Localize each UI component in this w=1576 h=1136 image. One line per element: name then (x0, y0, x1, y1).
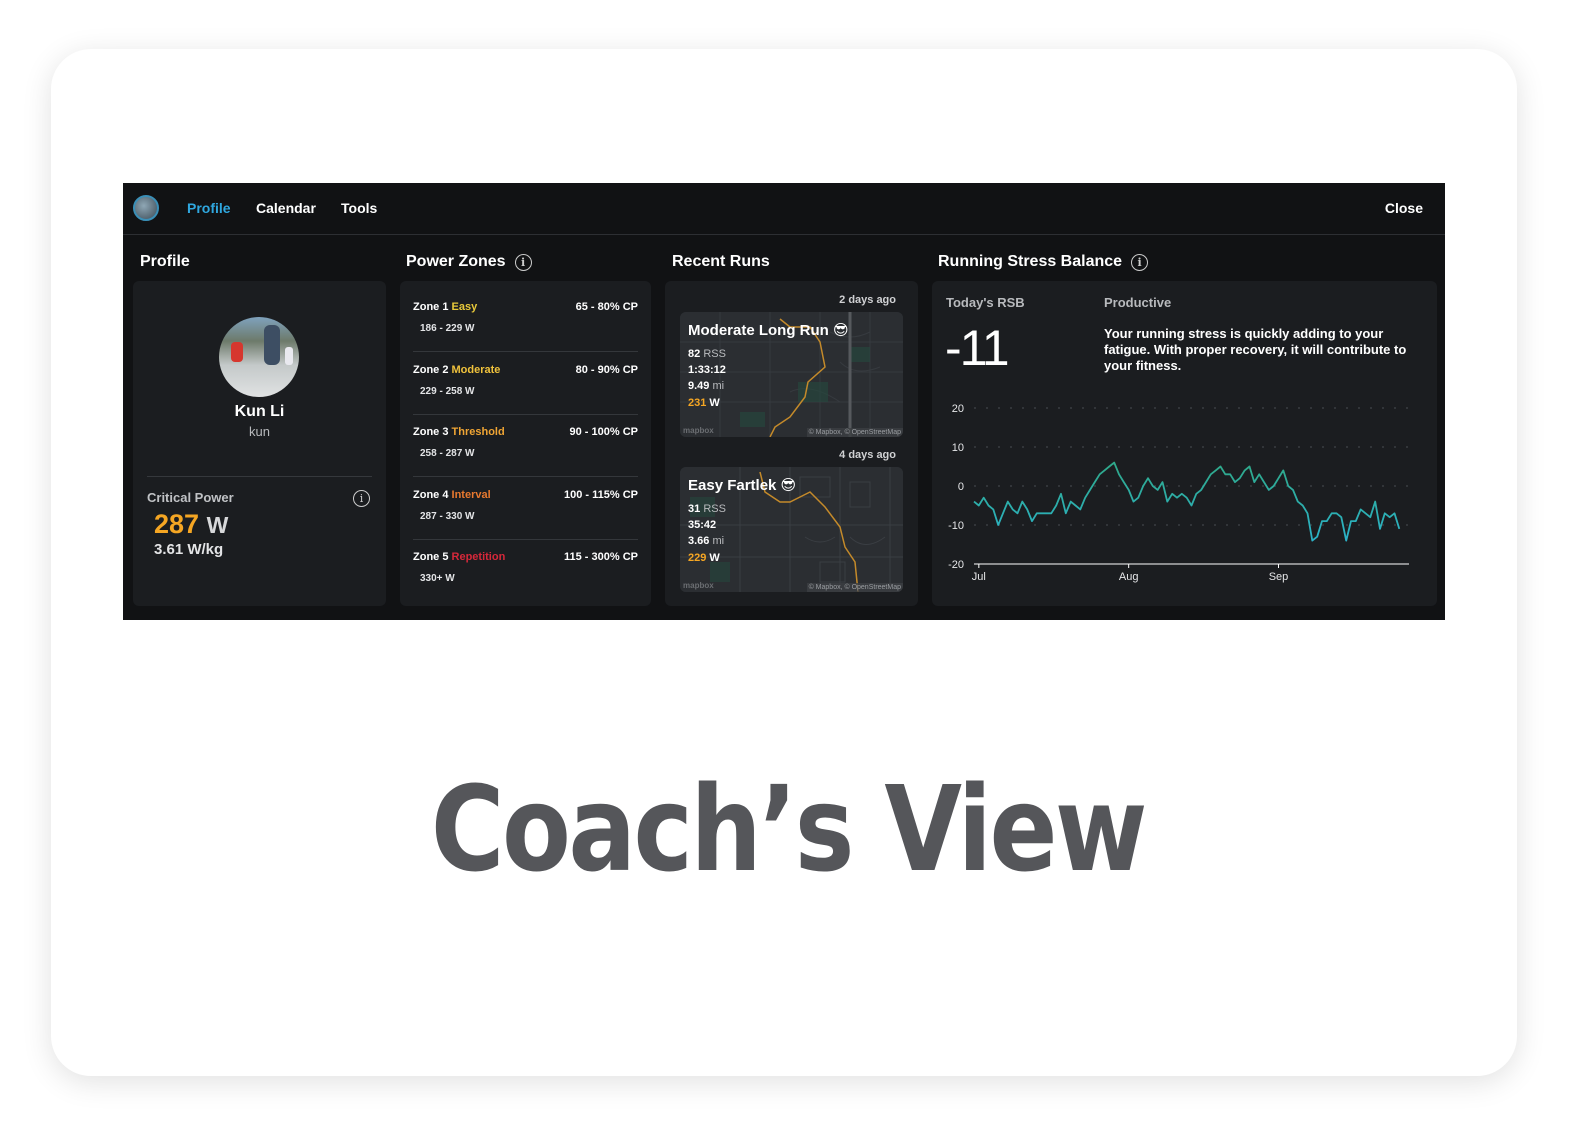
run-distance: 3.66 mi (688, 535, 725, 547)
nav-calendar[interactable]: Calendar (256, 200, 316, 216)
zone-name: Zone 3 Threshold (413, 426, 505, 438)
x-tick-label: Sep (1269, 571, 1289, 583)
top-nav-bar: Profile Calendar Tools Close (123, 183, 1445, 235)
map-attribution[interactable]: © Mapbox, © OpenStreetMap (806, 583, 903, 592)
profile-card: Kun Li kun Critical Power i 287 W 3.61 W… (133, 281, 386, 606)
close-button[interactable]: Close (1385, 200, 1423, 216)
cp-unit: W (206, 512, 229, 538)
run-card[interactable]: Easy Fartlek 😎 31 RSS 35:42 3.66 mi 229 … (680, 467, 903, 592)
section-title-text: Profile (140, 253, 190, 270)
critical-power-value: 287 W (154, 509, 228, 540)
info-icon[interactable]: i (1131, 253, 1149, 271)
rsb-description: Your running stress is quickly adding to… (1104, 326, 1407, 373)
zone-watts: 229 - 258 W (420, 385, 475, 397)
y-tick-label: 20 (952, 403, 964, 415)
rsb-section-title: Running Stress Balance i (938, 253, 1149, 271)
info-icon[interactable]: i (514, 253, 532, 271)
divider (147, 476, 372, 477)
run-power: 231 W (688, 397, 720, 409)
y-tick-label: 0 (958, 481, 964, 493)
rsb-status: Productive (1104, 295, 1172, 310)
run-card[interactable]: Moderate Long Run 😎 82 RSS 1:33:12 9.49 … (680, 312, 903, 437)
cp-per-kg: 3.61 W/kg (154, 541, 224, 558)
nav-profile[interactable]: Profile (187, 200, 231, 216)
today-rsb-value: -11 (945, 320, 1010, 376)
run-distance: 9.49 mi (688, 380, 725, 392)
y-tick-label: -10 (948, 520, 964, 532)
user-avatar-icon[interactable] (133, 195, 159, 221)
zone-name: Zone 1 Easy (413, 301, 478, 313)
zone-percent: 90 - 100% CP (569, 426, 638, 438)
zone-label: Threshold (451, 426, 505, 438)
critical-power-label: Critical Power (147, 490, 234, 505)
today-rsb-label: Today's RSB (946, 295, 1025, 310)
zone-label: Moderate (451, 363, 501, 376)
profile-section-title: Profile (140, 253, 190, 271)
mapbox-logo: mapbox (683, 426, 714, 435)
zone-label: Easy (451, 301, 478, 313)
map-attribution[interactable]: © Mapbox, © OpenStreetMap (806, 428, 903, 437)
nav-tools[interactable]: Tools (341, 200, 377, 216)
run-power: 229 W (688, 552, 720, 564)
section-title-text: Power Zones (406, 253, 506, 270)
zone-name: Zone 2 Moderate (413, 363, 501, 376)
zone-label: Repetition (451, 551, 506, 563)
mapbox-logo: mapbox (683, 581, 714, 590)
run-date: 2 days ago (839, 294, 896, 306)
profile-username: kun (249, 424, 270, 439)
zone-name: Zone 5 Repetition (413, 551, 506, 563)
zone-watts: 330+ W (420, 573, 455, 584)
power-zones-section-title: Power Zones i (406, 253, 532, 271)
profile-avatar (219, 317, 299, 397)
zone-percent: 115 - 300% CP (564, 551, 638, 563)
zone-percent: 100 - 115% CP (564, 488, 638, 501)
rsb-chart: 20 10 0 -10 -20 Jul Aug Sep (948, 403, 1409, 583)
run-title: Easy Fartlek 😎 (688, 477, 797, 494)
zone-percent: 80 - 90% CP (575, 363, 638, 376)
section-title-text: Running Stress Balance (938, 253, 1123, 270)
power-zones-card: Zone 1 Easy 65 - 80% CP 186 - 229 W Zone 2 … (400, 281, 651, 606)
run-duration: 1:33:12 (688, 364, 726, 376)
power-zone-row: Zone 5 Repetition 115 - 300% CP 330+ W (413, 539, 638, 602)
zone-percent: 65 - 80% CP (575, 301, 638, 313)
power-zone-row: Zone 1 Easy 65 - 80% CP 186 - 229 W (413, 289, 638, 352)
rsb-series-line (973, 461, 1401, 542)
run-duration: 35:42 (688, 519, 717, 531)
run-rss: 82 RSS (688, 348, 726, 360)
app-window: Profile Calendar Tools Close Profile Pow… (123, 183, 1445, 620)
zone-watts: 186 - 229 W (420, 323, 475, 334)
y-tick-label: -20 (948, 559, 964, 571)
rsb-card: Today's RSB -11 Productive Your running … (932, 281, 1437, 606)
recent-runs-card: 2 days ago Moderate Long Run 😎 82 RSS 1:… (665, 281, 918, 606)
cp-number: 287 (154, 509, 200, 539)
zone-watts: 287 - 330 W (420, 510, 475, 522)
run-title: Moderate Long Run 😎 (688, 322, 849, 339)
zone-name: Zone 4 Interval (413, 488, 491, 501)
page-headline: Coach’s View (430, 760, 1148, 898)
power-zone-row: Zone 3 Threshold 90 - 100% CP 258 - 287 W (413, 414, 638, 477)
run-rss: 31 RSS (688, 503, 726, 515)
zone-watts: 258 - 287 W (420, 448, 475, 459)
power-zone-row: Zone 2 Moderate 80 - 90% CP 229 - 258 W (413, 352, 638, 415)
section-title-text: Recent Runs (672, 253, 770, 270)
power-zone-row: Zone 4 Interval 100 - 115% CP 287 - 330 W (413, 477, 638, 540)
zone-label: Interval (451, 488, 491, 501)
profile-name: Kun Li (234, 403, 285, 420)
y-tick-label: 10 (952, 442, 964, 454)
info-icon[interactable]: i (353, 490, 370, 507)
recent-runs-section-title: Recent Runs (672, 253, 770, 271)
run-date: 4 days ago (839, 449, 896, 461)
x-tick-label: Jul (972, 571, 986, 583)
x-tick-label: Aug (1119, 571, 1139, 583)
